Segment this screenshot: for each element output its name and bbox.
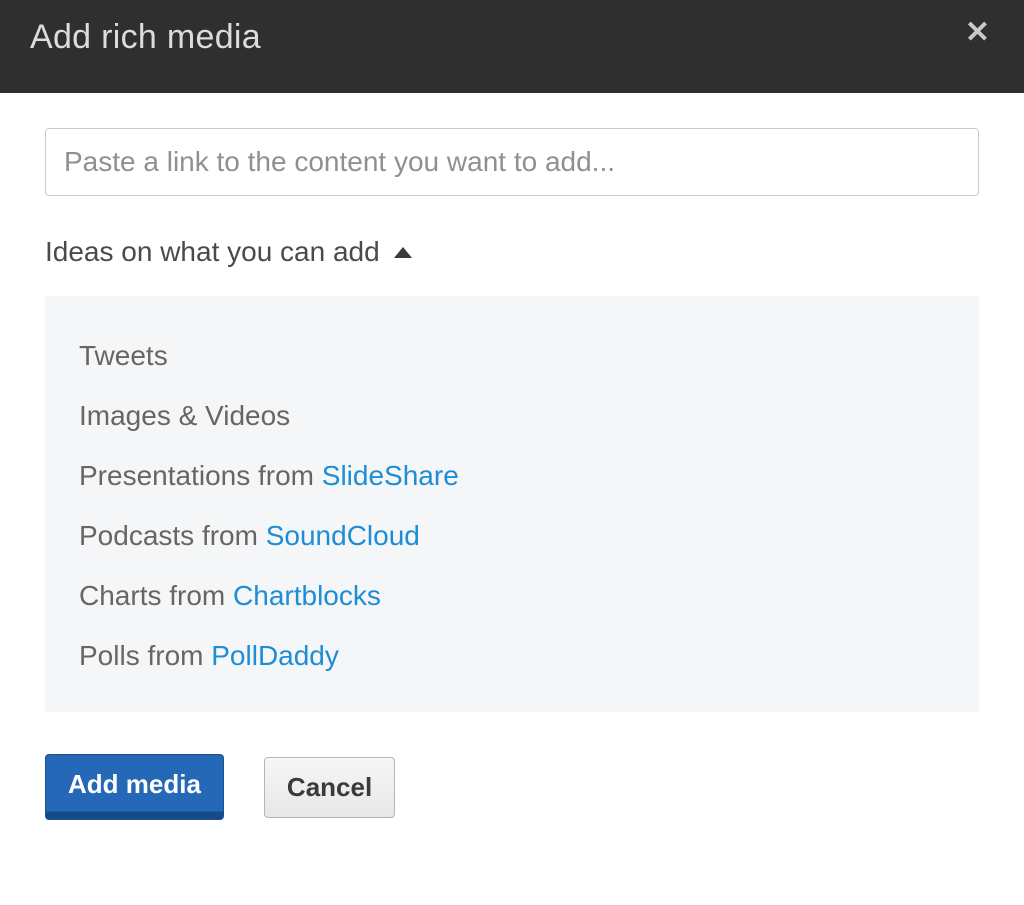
add-media-button[interactable]: Add media	[45, 754, 224, 820]
idea-item-podcasts: Podcasts from SoundCloud	[79, 520, 945, 552]
modal-header: Add rich media ✕	[0, 0, 1024, 93]
idea-text: Charts from	[79, 580, 233, 611]
ideas-toggle-label: Ideas on what you can add	[45, 236, 380, 268]
idea-text: Tweets	[79, 340, 168, 371]
idea-item-tweets: Tweets	[79, 340, 945, 372]
slideshare-link[interactable]: SlideShare	[322, 460, 459, 491]
ideas-panel: Tweets Images & Videos Presentations fro…	[45, 296, 979, 712]
idea-text: Presentations from	[79, 460, 322, 491]
button-row: Add media Cancel	[45, 754, 979, 820]
idea-text: Images & Videos	[79, 400, 290, 431]
chartblocks-link[interactable]: Chartblocks	[233, 580, 381, 611]
idea-text: Podcasts from	[79, 520, 266, 551]
idea-text: Polls from	[79, 640, 211, 671]
idea-item-images-videos: Images & Videos	[79, 400, 945, 432]
soundcloud-link[interactable]: SoundCloud	[266, 520, 420, 551]
close-icon[interactable]: ✕	[961, 18, 994, 48]
ideas-list: Tweets Images & Videos Presentations fro…	[79, 340, 945, 672]
polldaddy-link[interactable]: PollDaddy	[211, 640, 339, 671]
idea-item-charts: Charts from Chartblocks	[79, 580, 945, 612]
cancel-button[interactable]: Cancel	[264, 757, 395, 818]
modal-title: Add rich media	[30, 18, 261, 57]
caret-up-icon	[394, 247, 412, 258]
media-link-input[interactable]	[45, 128, 979, 196]
idea-item-polls: Polls from PollDaddy	[79, 640, 945, 672]
modal-body: Ideas on what you can add Tweets Images …	[0, 93, 1024, 860]
ideas-toggle[interactable]: Ideas on what you can add	[45, 236, 412, 268]
idea-item-presentations: Presentations from SlideShare	[79, 460, 945, 492]
